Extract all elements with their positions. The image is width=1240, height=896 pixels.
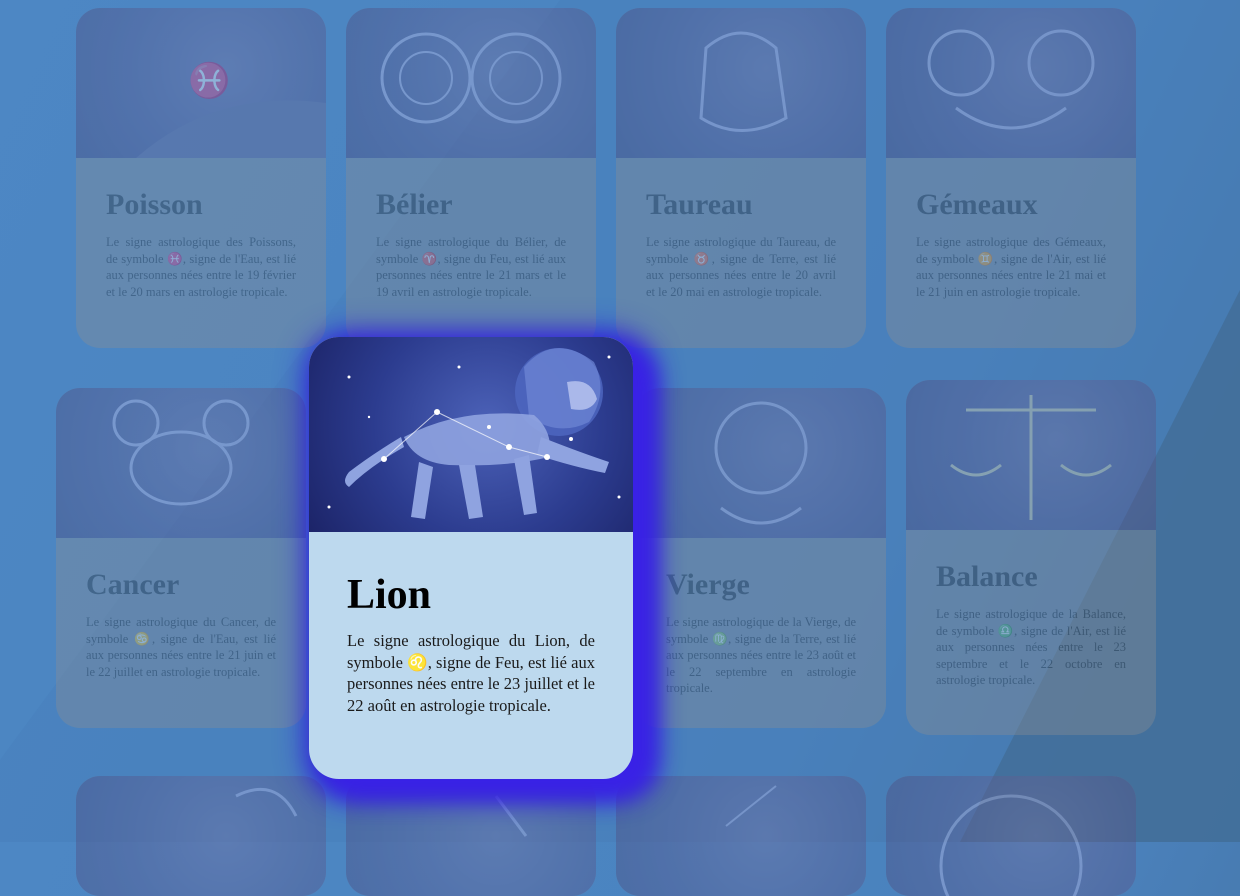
card-text: Le signe astrologique des Gémeaux, de sy… xyxy=(916,235,1106,299)
card-text: Le signe astrologique de la Balance, de … xyxy=(936,607,1126,687)
zodiac-card-balance[interactable]: Balance Le signe astrologique de la Bala… xyxy=(906,380,1156,735)
card-title: Gémeaux xyxy=(916,188,1038,221)
card-image-row3-1 xyxy=(76,776,326,896)
zodiac-card-row3-3[interactable] xyxy=(616,776,866,896)
zodiac-card-vierge[interactable]: Vierge Le signe astrologique de la Vierg… xyxy=(636,388,886,728)
zodiac-card-row3-2[interactable] xyxy=(346,776,596,896)
card-title: Taureau xyxy=(646,188,753,221)
card-image-row3-3 xyxy=(616,776,866,896)
card-text: Le signe astrologique de la Vierge, de s… xyxy=(666,615,856,695)
zodiac-card-row3-4[interactable] xyxy=(886,776,1136,896)
card-image-row3-2 xyxy=(346,776,596,896)
zodiac-card-poisson[interactable]: ♓ Poisson Le signe astrologique des Pois… xyxy=(76,8,326,348)
zodiac-card-row3-1[interactable] xyxy=(76,776,326,896)
zodiac-card-taureau[interactable]: Taureau Le signe astrologique du Taureau… xyxy=(616,8,866,348)
card-image-lion xyxy=(309,337,633,532)
card-text: Le signe astrologique des Poissons, de s… xyxy=(106,235,296,299)
svg-text:♓: ♓ xyxy=(188,61,230,100)
card-image-row3-4 xyxy=(886,776,1136,896)
card-text: Le signe astrologique du Bélier, de symb… xyxy=(376,235,566,299)
card-text: Le signe astrologique du Taureau, de sym… xyxy=(646,235,836,299)
zodiac-card-lion-active[interactable]: Lion Le signe astrologique du Lion, de s… xyxy=(309,337,633,779)
card-text: Le signe astrologique du Cancer, de symb… xyxy=(86,615,276,679)
card-text-lion: Le signe astrologique du Lion, de symbol… xyxy=(347,631,595,715)
zodiac-card-belier[interactable]: Bélier Le signe astrologique du Bélier, … xyxy=(346,8,596,348)
card-image-taureau xyxy=(616,8,866,158)
card-image-balance xyxy=(906,380,1156,530)
card-image-poisson: ♓ xyxy=(76,8,326,158)
card-image-cancer xyxy=(56,388,306,538)
card-title: Balance xyxy=(936,560,1038,593)
card-image-belier xyxy=(346,8,596,158)
card-title-lion: Lion xyxy=(347,572,432,618)
zodiac-card-cancer[interactable]: Cancer Le signe astrologique du Cancer, … xyxy=(56,388,306,728)
card-title: Vierge xyxy=(666,568,750,601)
card-image-gemeaux xyxy=(886,8,1136,158)
zodiac-card-gemeaux[interactable]: Gémeaux Le signe astrologique des Gémeau… xyxy=(886,8,1136,348)
card-title: Cancer xyxy=(86,568,180,601)
card-title: Poisson xyxy=(106,188,203,221)
lion-constellation-icon xyxy=(327,348,621,519)
card-image-vierge xyxy=(636,388,886,538)
card-title: Bélier xyxy=(376,188,453,221)
